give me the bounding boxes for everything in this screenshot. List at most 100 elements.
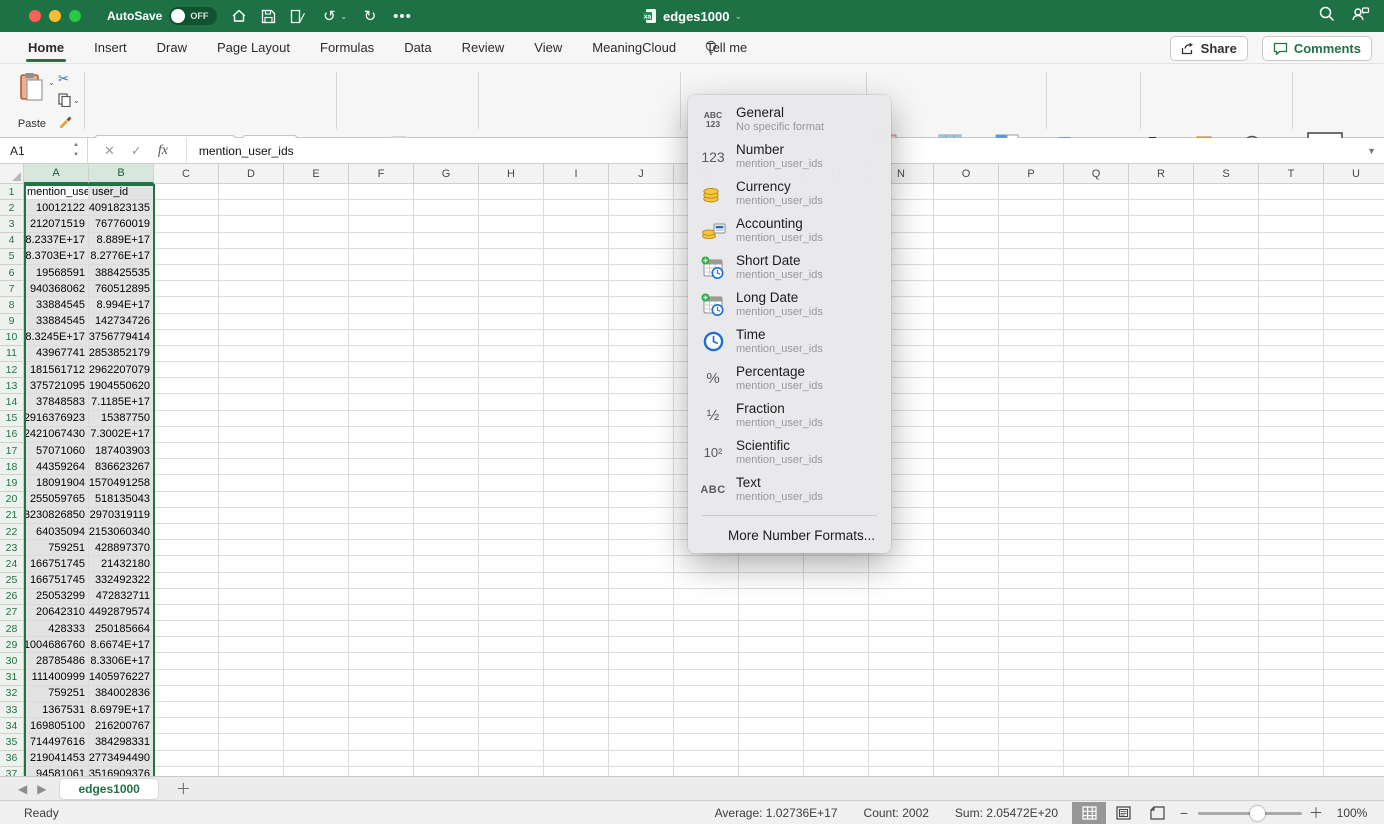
cell-A4[interactable]: 8.2337E+17 bbox=[24, 233, 89, 249]
search-icon[interactable] bbox=[1319, 6, 1335, 27]
cell-C6[interactable] bbox=[154, 265, 219, 281]
cell-B25[interactable]: 332492322 bbox=[89, 573, 154, 589]
cell-O9[interactable] bbox=[934, 314, 999, 330]
column-header-A[interactable]: A bbox=[24, 164, 89, 184]
cell-Q3[interactable] bbox=[1064, 216, 1129, 232]
cell-K35[interactable] bbox=[674, 734, 739, 750]
column-header-E[interactable]: E bbox=[284, 164, 349, 184]
cell-S3[interactable] bbox=[1194, 216, 1259, 232]
cell-O24[interactable] bbox=[934, 556, 999, 572]
cell-A35[interactable]: 714497616 bbox=[24, 734, 89, 750]
cell-A10[interactable]: 8.3245E+17 bbox=[24, 330, 89, 346]
cell-U24[interactable] bbox=[1324, 556, 1384, 572]
cell-Q24[interactable] bbox=[1064, 556, 1129, 572]
cell-A20[interactable]: 255059765 bbox=[24, 492, 89, 508]
cell-E24[interactable] bbox=[284, 556, 349, 572]
cell-N28[interactable] bbox=[869, 621, 934, 637]
cell-F34[interactable] bbox=[349, 718, 414, 734]
cell-H34[interactable] bbox=[479, 718, 544, 734]
cell-B14[interactable]: 7.1185E+17 bbox=[89, 394, 154, 410]
row-header-17[interactable]: 17 bbox=[0, 443, 24, 459]
cell-I3[interactable] bbox=[544, 216, 609, 232]
cell-P6[interactable] bbox=[999, 265, 1064, 281]
cell-D3[interactable] bbox=[219, 216, 284, 232]
cell-I21[interactable] bbox=[544, 508, 609, 524]
row-header-1[interactable]: 1 bbox=[0, 184, 24, 200]
cell-T16[interactable] bbox=[1259, 427, 1324, 443]
row-header-19[interactable]: 19 bbox=[0, 475, 24, 491]
cell-O15[interactable] bbox=[934, 411, 999, 427]
cell-T23[interactable] bbox=[1259, 540, 1324, 556]
cell-H15[interactable] bbox=[479, 411, 544, 427]
cell-G12[interactable] bbox=[414, 362, 479, 378]
cell-Q9[interactable] bbox=[1064, 314, 1129, 330]
cell-T37[interactable] bbox=[1259, 767, 1324, 776]
cell-L34[interactable] bbox=[739, 718, 804, 734]
cell-B7[interactable]: 760512895 bbox=[89, 281, 154, 297]
cell-T2[interactable] bbox=[1259, 200, 1324, 216]
cell-O28[interactable] bbox=[934, 621, 999, 637]
cell-G28[interactable] bbox=[414, 621, 479, 637]
row-header-26[interactable]: 26 bbox=[0, 589, 24, 605]
column-header-G[interactable]: G bbox=[414, 164, 479, 184]
cell-S27[interactable] bbox=[1194, 605, 1259, 621]
cell-O2[interactable] bbox=[934, 200, 999, 216]
formula-bar-expand-icon[interactable]: ▼ bbox=[1367, 146, 1376, 156]
cell-R4[interactable] bbox=[1129, 233, 1194, 249]
cell-R25[interactable] bbox=[1129, 573, 1194, 589]
cell-P12[interactable] bbox=[999, 362, 1064, 378]
cell-U33[interactable] bbox=[1324, 702, 1384, 718]
cell-I22[interactable] bbox=[544, 524, 609, 540]
cell-K32[interactable] bbox=[674, 686, 739, 702]
cell-E8[interactable] bbox=[284, 297, 349, 313]
cell-Q13[interactable] bbox=[1064, 378, 1129, 394]
cell-I32[interactable] bbox=[544, 686, 609, 702]
cell-A30[interactable]: 28785486 bbox=[24, 653, 89, 669]
cell-A36[interactable]: 219041453 bbox=[24, 751, 89, 767]
cell-U13[interactable] bbox=[1324, 378, 1384, 394]
cell-I6[interactable] bbox=[544, 265, 609, 281]
cell-Q31[interactable] bbox=[1064, 670, 1129, 686]
cell-H25[interactable] bbox=[479, 573, 544, 589]
cell-N30[interactable] bbox=[869, 653, 934, 669]
row-header-8[interactable]: 8 bbox=[0, 297, 24, 313]
row-header-24[interactable]: 24 bbox=[0, 556, 24, 572]
cell-N37[interactable] bbox=[869, 767, 934, 776]
cell-M30[interactable] bbox=[804, 653, 869, 669]
cell-G17[interactable] bbox=[414, 443, 479, 459]
cell-I25[interactable] bbox=[544, 573, 609, 589]
autosave-toggle[interactable]: AutoSave OFF bbox=[107, 7, 217, 25]
cell-U8[interactable] bbox=[1324, 297, 1384, 313]
cell-R8[interactable] bbox=[1129, 297, 1194, 313]
cell-U32[interactable] bbox=[1324, 686, 1384, 702]
cell-S15[interactable] bbox=[1194, 411, 1259, 427]
cell-Q5[interactable] bbox=[1064, 249, 1129, 265]
cell-K37[interactable] bbox=[674, 767, 739, 776]
row-header-37[interactable]: 37 bbox=[0, 767, 24, 776]
cell-J31[interactable] bbox=[609, 670, 674, 686]
cell-R27[interactable] bbox=[1129, 605, 1194, 621]
cell-M26[interactable] bbox=[804, 589, 869, 605]
cell-N32[interactable] bbox=[869, 686, 934, 702]
cell-K34[interactable] bbox=[674, 718, 739, 734]
cell-B10[interactable]: 3756779414 bbox=[89, 330, 154, 346]
undo-chevron-icon[interactable]: ⌄ bbox=[340, 12, 347, 21]
cell-I1[interactable] bbox=[544, 184, 609, 200]
cell-J26[interactable] bbox=[609, 589, 674, 605]
cell-R16[interactable] bbox=[1129, 427, 1194, 443]
cell-H26[interactable] bbox=[479, 589, 544, 605]
cell-J35[interactable] bbox=[609, 734, 674, 750]
cell-C20[interactable] bbox=[154, 492, 219, 508]
cell-I33[interactable] bbox=[544, 702, 609, 718]
cell-C15[interactable] bbox=[154, 411, 219, 427]
cell-L37[interactable] bbox=[739, 767, 804, 776]
cell-M24[interactable] bbox=[804, 556, 869, 572]
cell-P3[interactable] bbox=[999, 216, 1064, 232]
cell-M28[interactable] bbox=[804, 621, 869, 637]
cell-Q14[interactable] bbox=[1064, 394, 1129, 410]
tab-page-layout[interactable]: Page Layout bbox=[215, 32, 292, 63]
cell-I30[interactable] bbox=[544, 653, 609, 669]
column-header-Q[interactable]: Q bbox=[1064, 164, 1129, 184]
cell-I4[interactable] bbox=[544, 233, 609, 249]
save-as-icon[interactable] bbox=[290, 9, 306, 24]
